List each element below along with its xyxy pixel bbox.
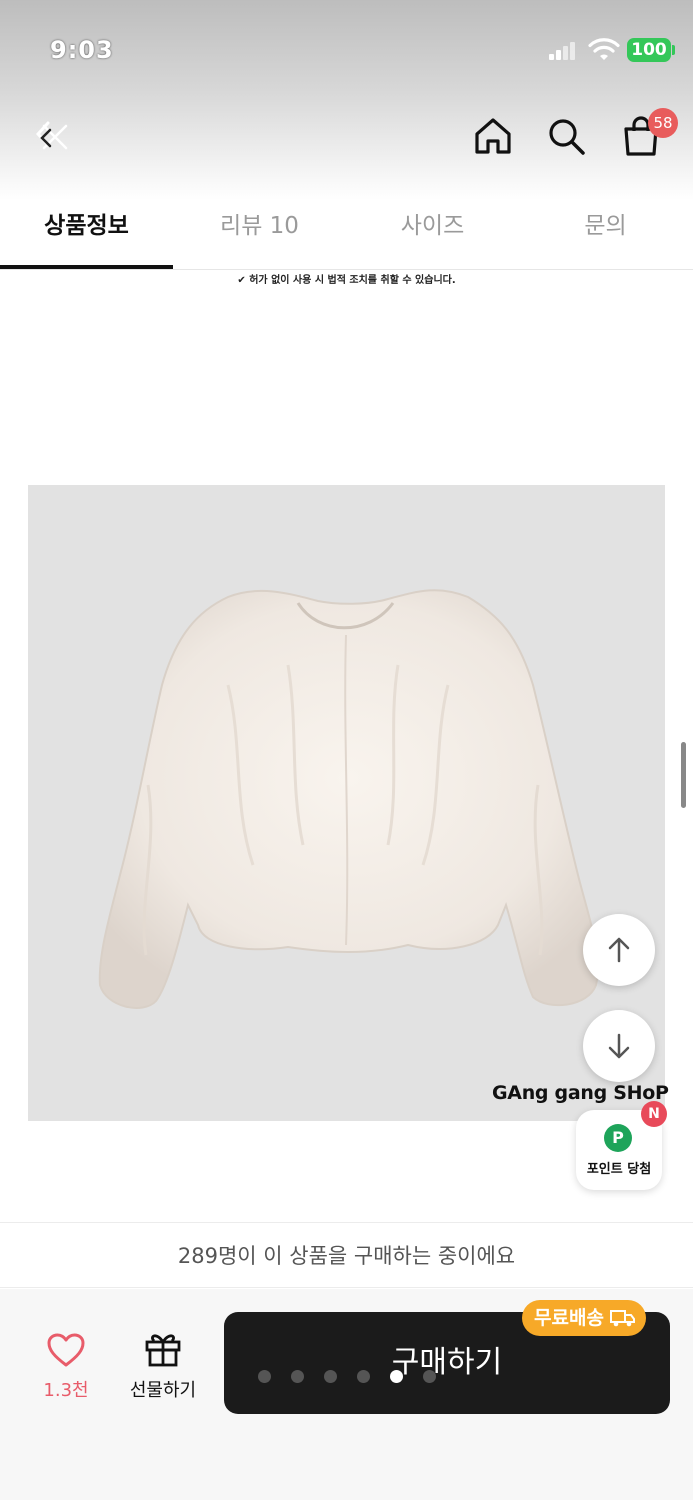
point-icon: P: [604, 1124, 632, 1152]
battery-tip: [672, 45, 675, 55]
gift-label: 선물하기: [129, 1380, 197, 1401]
free-shipping-label: 무료배송: [534, 1307, 604, 1329]
cellular-signal-icon: [549, 42, 575, 60]
search-button[interactable]: [542, 112, 590, 160]
tab-reviews[interactable]: 리뷰 10: [173, 210, 346, 260]
carousel-dot[interactable]: [390, 1370, 403, 1383]
home-icon: [475, 118, 511, 154]
like-count: 1.3천: [43, 1380, 89, 1401]
point-label: 포인트 당첨: [586, 1162, 652, 1177]
battery-indicator: 100: [627, 38, 671, 62]
status-time: 9:03: [50, 36, 114, 64]
scroll-down-button[interactable]: [583, 1010, 655, 1082]
heart-icon: [47, 1333, 85, 1367]
scrollbar[interactable]: [681, 742, 686, 808]
active-tab-indicator: [0, 265, 173, 269]
gift-icon: [145, 1334, 181, 1367]
delivery-truck-icon: [609, 1310, 635, 1327]
tab-inquiry[interactable]: 문의: [519, 210, 692, 260]
arrow-down-icon: [608, 1033, 630, 1059]
new-badge: N: [641, 1101, 667, 1127]
top-navigation: [0, 100, 693, 175]
tab-product-info[interactable]: 상품정보: [0, 210, 173, 260]
status-bar: 9:03 100: [0, 0, 693, 100]
cart-count-badge: 58: [648, 108, 678, 138]
carousel-dot[interactable]: [357, 1370, 370, 1383]
scroll-up-button[interactable]: [583, 914, 655, 986]
carousel-dot[interactable]: [258, 1370, 271, 1383]
carousel-dot[interactable]: [324, 1370, 337, 1383]
fur-jacket-illustration: [98, 589, 599, 1009]
like-button[interactable]: 1.3천: [30, 1330, 102, 1402]
back-close-icon: [35, 121, 68, 150]
free-shipping-badge: 무료배송: [522, 1300, 646, 1336]
product-image[interactable]: [28, 485, 665, 1121]
shop-watermark: GAng gang SHoP: [492, 1082, 669, 1104]
copyright-notice: ✔ 허가 없이 사용 시 법적 조치를 취할 수 있습니다.: [237, 275, 456, 286]
image-carousel-indicator: [258, 1370, 438, 1384]
search-icon: [549, 119, 585, 155]
tab-size[interactable]: 사이즈: [346, 210, 519, 260]
carousel-dot[interactable]: [291, 1370, 304, 1383]
arrow-up-icon: [608, 937, 630, 963]
carousel-dot[interactable]: [423, 1370, 436, 1383]
back-button[interactable]: [26, 112, 74, 160]
home-button[interactable]: [469, 112, 517, 160]
live-buyers-text: 289명이 이 상품을 구매하는 중이에요: [0, 1222, 693, 1288]
wifi-icon: [588, 38, 620, 60]
gift-button[interactable]: 선물하기: [118, 1330, 208, 1402]
product-tabs: 상품정보 리뷰 10 사이즈 문의: [0, 200, 693, 270]
